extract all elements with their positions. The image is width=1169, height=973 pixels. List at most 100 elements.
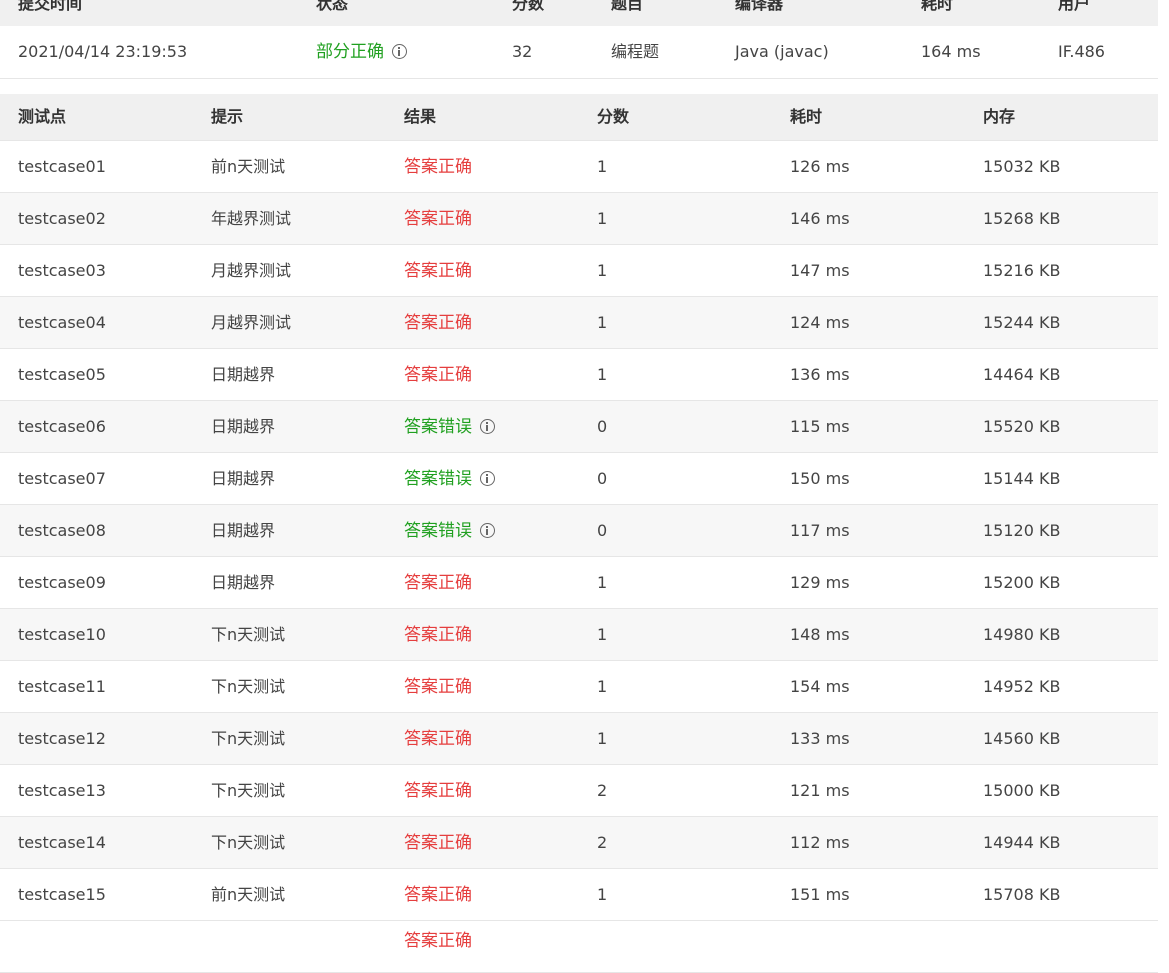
testcase-memory: 14980 KB xyxy=(983,625,1061,644)
info-circle-icon[interactable] xyxy=(392,44,407,59)
testcase-result-cell: 答案正确 xyxy=(404,349,472,400)
table-row: testcase07 日期越界 答案错误 0 150 ms 15144 KB xyxy=(0,453,1158,505)
testcase-result: 答案正确 xyxy=(404,313,472,333)
testcase-result-cell: 答案正确 xyxy=(404,869,472,920)
testcase-result-cell[interactable]: 答案错误 xyxy=(404,505,495,556)
testcase-hint: 月越界测试 xyxy=(211,261,292,280)
testcase-memory: 15120 KB xyxy=(983,521,1061,540)
header-tc-score: 分数 xyxy=(597,107,630,126)
testcase-hint: 月越界测试 xyxy=(211,313,292,332)
testcase-result: 答案正确 xyxy=(404,365,472,385)
testcase-id: testcase12 xyxy=(18,729,106,748)
table-row: testcase06 日期越界 答案错误 0 115 ms 15520 KB xyxy=(0,401,1158,453)
testcase-score: 1 xyxy=(597,677,608,696)
testcase-score: 0 xyxy=(597,469,608,488)
table-row: testcase09 日期越界 答案正确 1 129 ms 15200 KB xyxy=(0,557,1158,609)
header-memory: 内存 xyxy=(983,107,1016,126)
testcase-hint: 日期越界 xyxy=(211,417,276,436)
testcase-memory: 15268 KB xyxy=(983,209,1061,228)
table-row: testcase15 前n天测试 答案正确 1 151 ms 15708 KB xyxy=(0,869,1158,921)
testcase-hint: 前n天测试 xyxy=(211,885,286,904)
submission-duration: 164 ms xyxy=(921,42,981,61)
testcase-hint: 年越界测试 xyxy=(211,209,292,228)
testcase-time: 150 ms xyxy=(790,469,850,488)
header-duration: 耗时 xyxy=(921,0,954,13)
submission-summary-row: 2021/04/14 23:19:53 部分正确 32 编程题 Java (ja… xyxy=(0,26,1158,79)
testcase-score: 1 xyxy=(597,209,608,228)
testcase-table: 测试点 提示 结果 分数 耗时 内存 testcase01 前n天测试 答案正确 1 1… xyxy=(0,94,1158,973)
table-row: testcase04 月越界测试 答案正确 1 124 ms 15244 KB xyxy=(0,297,1158,349)
testcase-result: 答案错误 xyxy=(404,417,472,437)
testcase-result: 答案正确 xyxy=(404,781,472,801)
testcase-result-cell: 答案正确 xyxy=(404,297,472,348)
header-tc-time: 耗时 xyxy=(790,107,823,126)
submission-user[interactable]: IF.486 xyxy=(1058,26,1105,78)
testcase-time: 117 ms xyxy=(790,521,850,540)
testcase-id: testcase08 xyxy=(18,521,106,540)
testcase-hint: 日期越界 xyxy=(211,521,276,540)
testcase-score: 1 xyxy=(597,729,608,748)
submission-status[interactable]: 部分正确 xyxy=(316,26,407,78)
testcase-result: 答案正确 xyxy=(404,157,472,177)
testcase-result-cell[interactable]: 答案错误 xyxy=(404,453,495,504)
testcase-score: 1 xyxy=(597,157,608,176)
testcase-time: 121 ms xyxy=(790,781,850,800)
table-row: 答案正确 xyxy=(0,921,1158,973)
info-circle-icon[interactable] xyxy=(480,523,495,538)
header-status: 状态 xyxy=(316,0,349,13)
testcase-memory: 14944 KB xyxy=(983,833,1061,852)
testcase-id: testcase13 xyxy=(18,781,106,800)
testcase-result: 答案正确 xyxy=(404,931,472,951)
testcase-score: 1 xyxy=(597,365,608,384)
header-user: 用户 xyxy=(1058,0,1091,13)
testcase-result-cell: 答案正确 xyxy=(404,609,472,660)
testcase-time: 146 ms xyxy=(790,209,850,228)
testcase-time: 126 ms xyxy=(790,157,850,176)
testcase-table-body: testcase01 前n天测试 答案正确 1 126 ms 15032 KB testca… xyxy=(0,141,1158,921)
testcase-score: 1 xyxy=(597,625,608,644)
table-row: testcase12 下n天测试 答案正确 1 133 ms 14560 KB xyxy=(0,713,1158,765)
testcase-time: 151 ms xyxy=(790,885,850,904)
table-row: testcase13 下n天测试 答案正确 2 121 ms 15000 KB xyxy=(0,765,1158,817)
testcase-memory: 15000 KB xyxy=(983,781,1061,800)
testcase-time: 115 ms xyxy=(790,417,850,436)
header-submit-time: 提交时间 xyxy=(18,0,83,13)
header-problem: 题目 xyxy=(611,0,644,13)
testcase-hint: 日期越界 xyxy=(211,469,276,488)
testcase-memory: 15032 KB xyxy=(983,157,1061,176)
table-row: testcase03 月越界测试 答案正确 1 147 ms 15216 KB xyxy=(0,245,1158,297)
testcase-hint: 下n天测试 xyxy=(211,833,286,852)
testcase-result: 答案正确 xyxy=(404,833,472,853)
testcase-result-cell: 答案正确 xyxy=(404,141,472,192)
testcase-result-cell: 答案正确 xyxy=(404,817,472,868)
testcase-result-cell: 答案正确 xyxy=(404,661,472,712)
info-circle-icon[interactable] xyxy=(480,471,495,486)
testcase-result: 答案正确 xyxy=(404,677,472,697)
testcase-result-cell: 答案正确 xyxy=(404,193,472,244)
header-compiler: 编译器 xyxy=(735,0,784,13)
testcase-result-cell: 答案正确 xyxy=(404,557,472,608)
testcase-memory: 15520 KB xyxy=(983,417,1061,436)
testcase-result-cell[interactable]: 答案错误 xyxy=(404,401,495,452)
testcase-id: testcase14 xyxy=(18,833,106,852)
testcase-memory: 14560 KB xyxy=(983,729,1061,748)
info-circle-icon[interactable] xyxy=(480,419,495,434)
testcase-time: 154 ms xyxy=(790,677,850,696)
testcase-hint: 日期越界 xyxy=(211,365,276,384)
testcase-table-header: 测试点 提示 结果 分数 耗时 内存 xyxy=(0,94,1158,141)
testcase-memory: 14464 KB xyxy=(983,365,1061,384)
testcase-hint: 下n天测试 xyxy=(211,625,286,644)
testcase-memory: 15200 KB xyxy=(983,573,1061,592)
table-row: testcase11 下n天测试 答案正确 1 154 ms 14952 KB xyxy=(0,661,1158,713)
testcase-result: 答案正确 xyxy=(404,625,472,645)
testcase-memory: 14952 KB xyxy=(983,677,1061,696)
testcase-memory: 15244 KB xyxy=(983,313,1061,332)
table-row: testcase01 前n天测试 答案正确 1 126 ms 15032 KB xyxy=(0,141,1158,193)
testcase-score: 2 xyxy=(597,781,608,800)
testcase-memory: 15216 KB xyxy=(983,261,1061,280)
testcase-score: 1 xyxy=(597,261,608,280)
testcase-hint: 下n天测试 xyxy=(211,729,286,748)
testcase-id: testcase01 xyxy=(18,157,106,176)
testcase-id: testcase09 xyxy=(18,573,106,592)
testcase-hint: 日期越界 xyxy=(211,573,276,592)
